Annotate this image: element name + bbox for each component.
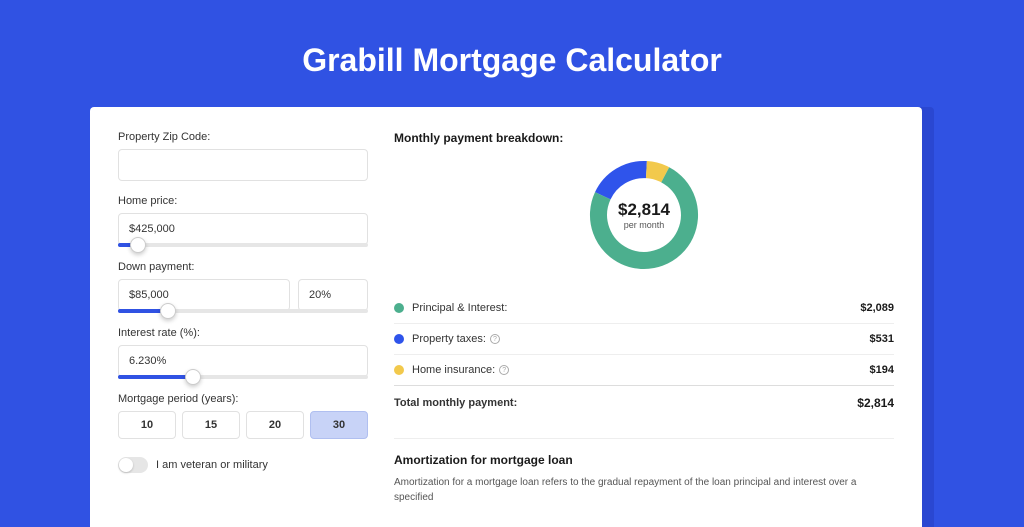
legend-label: Home insurance:? bbox=[412, 364, 870, 376]
legend-value: $2,089 bbox=[860, 302, 894, 314]
home-price-group: Home price: bbox=[118, 195, 368, 247]
donut-center: $2,814 per month bbox=[584, 155, 704, 275]
legend-dot bbox=[394, 365, 404, 375]
page-title: Grabill Mortgage Calculator bbox=[0, 42, 1024, 79]
slider-thumb[interactable] bbox=[185, 369, 201, 385]
card-shadow: Property Zip Code: Home price: Down paym… bbox=[90, 107, 934, 527]
breakdown-panel: Monthly payment breakdown: $2,814 per mo… bbox=[394, 131, 894, 527]
donut-chart-wrap: $2,814 per month bbox=[394, 155, 894, 275]
amortization-section: Amortization for mortgage loan Amortizat… bbox=[394, 438, 894, 505]
toggle-knob bbox=[119, 458, 133, 472]
period-label: Mortgage period (years): bbox=[118, 393, 368, 405]
legend-label: Property taxes:? bbox=[412, 333, 870, 345]
legend-dot bbox=[394, 303, 404, 313]
veteran-row: I am veteran or military bbox=[118, 457, 368, 473]
down-payment-input[interactable] bbox=[118, 279, 290, 311]
total-label: Total monthly payment: bbox=[394, 397, 857, 409]
interest-slider[interactable] bbox=[118, 375, 368, 379]
donut-chart: $2,814 per month bbox=[584, 155, 704, 275]
down-payment-pct-input[interactable] bbox=[298, 279, 368, 311]
period-btn-15[interactable]: 15 bbox=[182, 411, 240, 439]
calculator-card: Property Zip Code: Home price: Down paym… bbox=[90, 107, 922, 527]
form-panel: Property Zip Code: Home price: Down paym… bbox=[118, 131, 368, 527]
veteran-label: I am veteran or military bbox=[156, 459, 268, 471]
total-value: $2,814 bbox=[857, 396, 894, 410]
home-price-input[interactable] bbox=[118, 213, 368, 245]
zip-group: Property Zip Code: bbox=[118, 131, 368, 181]
donut-center-value: $2,814 bbox=[618, 200, 670, 220]
info-icon[interactable]: ? bbox=[499, 365, 509, 375]
period-btn-20[interactable]: 20 bbox=[246, 411, 304, 439]
legend-row: Principal & Interest:$2,089 bbox=[394, 293, 894, 324]
interest-group: Interest rate (%): bbox=[118, 327, 368, 379]
period-btn-30[interactable]: 30 bbox=[310, 411, 368, 439]
slider-thumb[interactable] bbox=[130, 237, 146, 253]
period-btn-10[interactable]: 10 bbox=[118, 411, 176, 439]
zip-label: Property Zip Code: bbox=[118, 131, 368, 143]
veteran-toggle[interactable] bbox=[118, 457, 148, 473]
home-price-label: Home price: bbox=[118, 195, 368, 207]
period-group: Mortgage period (years): 10152030 bbox=[118, 393, 368, 439]
down-payment-slider[interactable] bbox=[118, 309, 368, 313]
legend-value: $194 bbox=[870, 364, 894, 376]
slider-thumb[interactable] bbox=[160, 303, 176, 319]
hero: Grabill Mortgage Calculator bbox=[0, 0, 1024, 107]
amortization-text: Amortization for a mortgage loan refers … bbox=[394, 475, 894, 505]
legend-row: Home insurance:?$194 bbox=[394, 355, 894, 385]
legend-dot bbox=[394, 334, 404, 344]
legend-label: Principal & Interest: bbox=[412, 302, 860, 314]
down-payment-label: Down payment: bbox=[118, 261, 368, 273]
amortization-title: Amortization for mortgage loan bbox=[394, 453, 894, 467]
home-price-slider[interactable] bbox=[118, 243, 368, 247]
donut-center-sub: per month bbox=[624, 220, 665, 230]
info-icon[interactable]: ? bbox=[490, 334, 500, 344]
total-row: Total monthly payment: $2,814 bbox=[394, 385, 894, 420]
interest-input[interactable] bbox=[118, 345, 368, 377]
down-payment-group: Down payment: bbox=[118, 261, 368, 313]
legend-value: $531 bbox=[870, 333, 894, 345]
zip-input[interactable] bbox=[118, 149, 368, 181]
slider-fill bbox=[118, 375, 193, 379]
interest-label: Interest rate (%): bbox=[118, 327, 368, 339]
legend-row: Property taxes:?$531 bbox=[394, 324, 894, 355]
breakdown-title: Monthly payment breakdown: bbox=[394, 131, 894, 145]
